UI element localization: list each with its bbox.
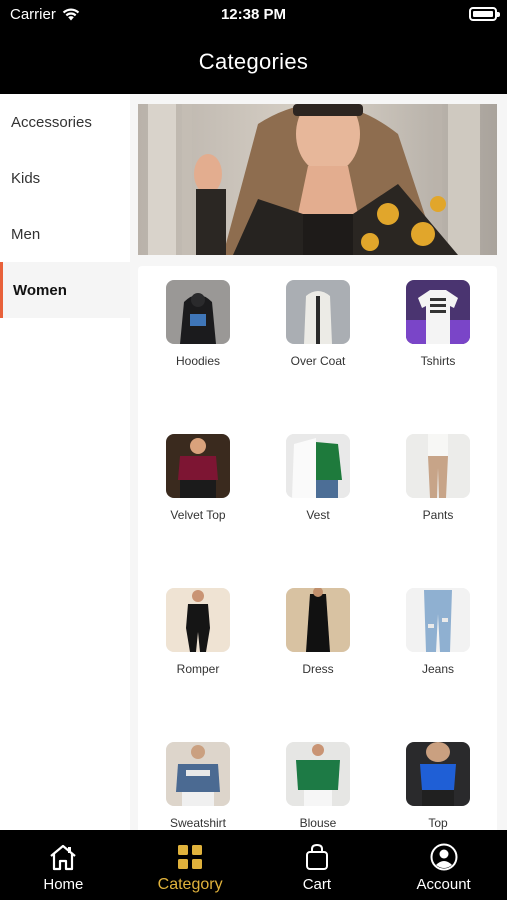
category-sidebar: Accessories Kids Men Women — [0, 94, 130, 830]
sidebar-item-label: Women — [13, 281, 67, 299]
sidebar-item-kids[interactable]: Kids — [0, 150, 130, 206]
blouse-photo — [286, 742, 350, 806]
category-label: Jeans — [421, 662, 455, 676]
status-bar: Carrier 12:38 PM — [0, 0, 507, 30]
romper-photo — [166, 588, 230, 652]
clock: 12:38 PM — [220, 6, 287, 23]
vest-photo — [286, 434, 350, 498]
tab-label: Cart — [302, 876, 332, 893]
category-item-tshirts[interactable]: Tshirts — [388, 280, 488, 368]
tab-label: Category — [157, 876, 223, 893]
tab-category[interactable]: Category — [127, 830, 254, 900]
page-title: Categories — [198, 49, 309, 74]
category-label: Romper — [176, 662, 220, 676]
grid-icon — [178, 845, 203, 869]
tshirt-photo — [406, 280, 470, 344]
category-label: Top — [428, 816, 448, 830]
women-banner-image[interactable] — [138, 104, 497, 255]
category-item-blouse[interactable]: Blouse — [268, 742, 368, 830]
tab-label: Account — [416, 876, 471, 893]
velvet-top-photo — [166, 434, 230, 498]
category-content: Hoodies Over Coat Tshirts Velvet Top Ves… — [130, 94, 507, 830]
tab-label: Home — [43, 876, 84, 893]
user-icon — [430, 843, 458, 871]
category-label: Pants — [422, 508, 454, 522]
category-item-top[interactable]: Top — [388, 742, 488, 830]
sidebar-item-accessories[interactable]: Accessories — [0, 94, 130, 150]
battery-icon — [469, 7, 500, 21]
sidebar-item-label: Kids — [11, 169, 41, 187]
category-item-velvet-top[interactable]: Velvet Top — [148, 434, 248, 522]
category-label: Dress — [302, 662, 334, 676]
category-label: Tshirts — [420, 354, 456, 368]
sidebar-item-label: Men — [11, 225, 41, 243]
bottom-tab-bar: Home Category Cart Account — [0, 830, 507, 900]
category-item-romper[interactable]: Romper — [148, 588, 248, 676]
category-item-dress[interactable]: Dress — [268, 588, 368, 676]
tab-cart[interactable]: Cart — [254, 830, 381, 900]
tab-home[interactable]: Home — [0, 830, 127, 900]
overcoat-photo — [286, 280, 350, 344]
dress-photo — [286, 588, 350, 652]
pants-photo — [406, 434, 470, 498]
jeans-photo — [406, 588, 470, 652]
home-icon — [50, 844, 77, 871]
tab-account[interactable]: Account — [380, 830, 507, 900]
category-label: Velvet Top — [170, 508, 226, 522]
hoodie-photo — [166, 280, 230, 344]
bag-icon — [305, 843, 328, 870]
top-photo — [406, 742, 470, 806]
nav-header: Categories — [0, 30, 507, 94]
category-item-vest[interactable]: Vest — [268, 434, 368, 522]
category-item-hoodies[interactable]: Hoodies — [148, 280, 248, 368]
subcategory-grid: Hoodies Over Coat Tshirts Velvet Top Ves… — [138, 266, 497, 830]
category-item-sweatshirt[interactable]: Sweatshirt — [148, 742, 248, 830]
sidebar-item-men[interactable]: Men — [0, 206, 130, 262]
sidebar-item-label: Accessories — [11, 113, 92, 131]
category-label: Hoodies — [175, 354, 221, 368]
sweatshirt-photo — [166, 742, 230, 806]
category-label: Over Coat — [290, 354, 346, 368]
category-label: Vest — [306, 508, 330, 522]
category-item-pants[interactable]: Pants — [388, 434, 488, 522]
sidebar-item-women[interactable]: Women — [0, 262, 130, 318]
category-label: Sweatshirt — [169, 816, 227, 830]
category-item-over-coat[interactable]: Over Coat — [268, 280, 368, 368]
category-item-jeans[interactable]: Jeans — [388, 588, 488, 676]
category-label: Blouse — [299, 816, 337, 830]
